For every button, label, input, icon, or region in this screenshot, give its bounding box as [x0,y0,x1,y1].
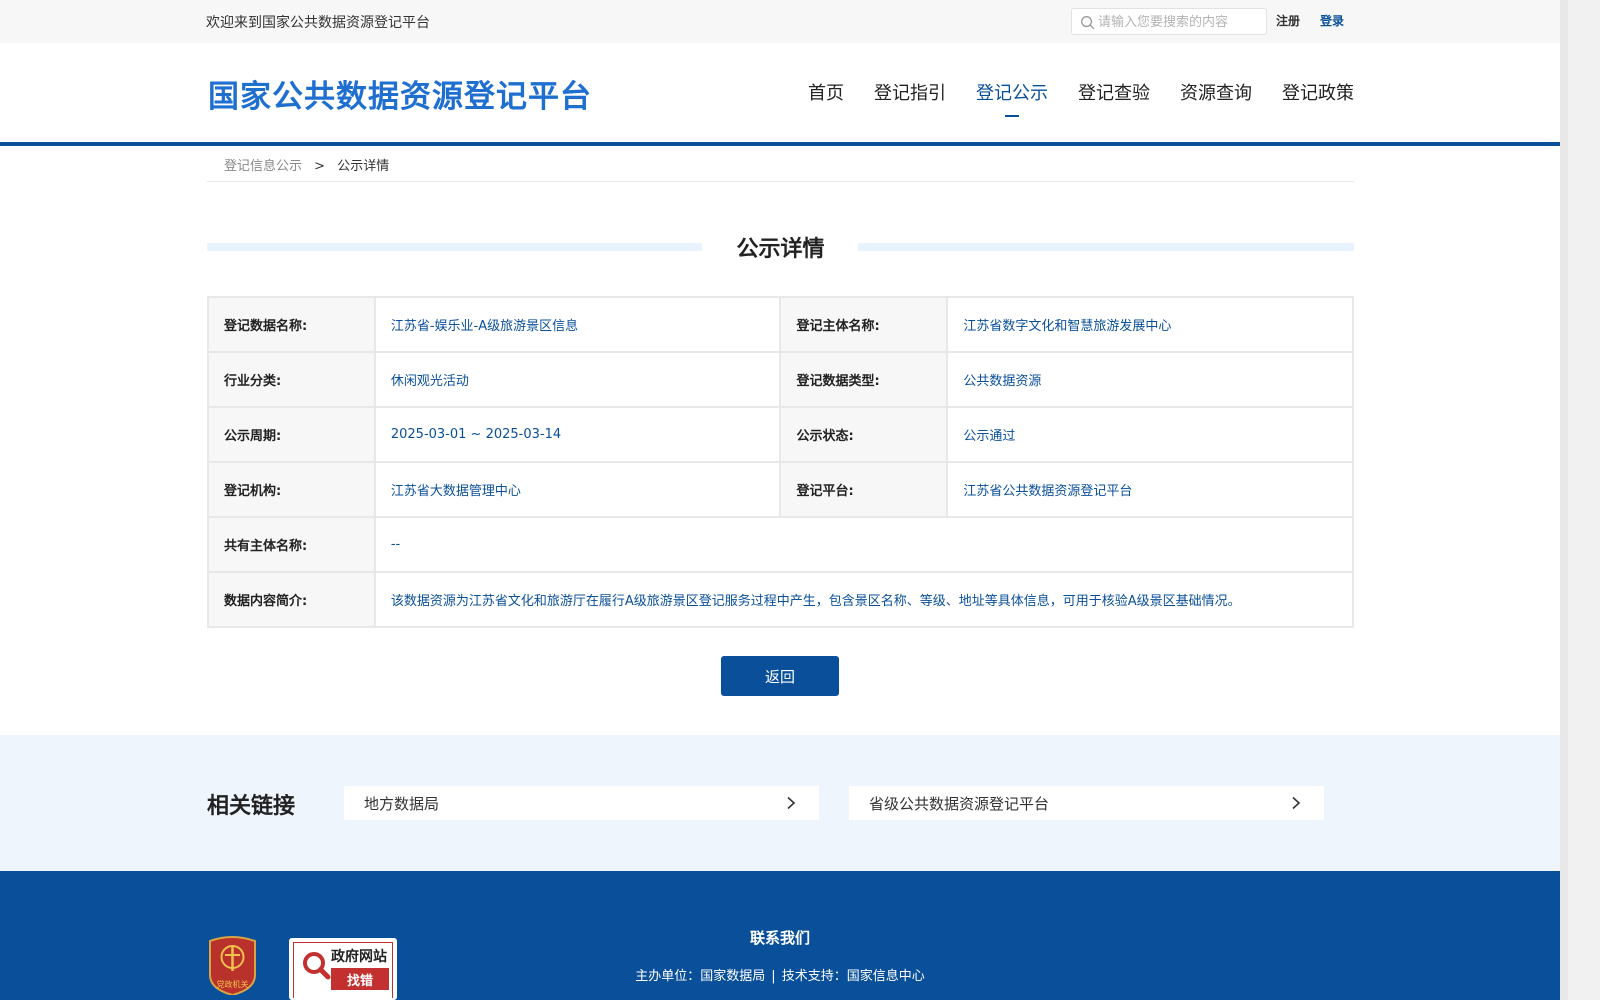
footer-contact-title: 联系我们 [749,929,810,947]
related-link-label: 地方数据局 [364,795,440,813]
label-summary: 数据内容简介: [207,571,376,628]
badge-title: 政府网站 [331,949,387,965]
search-icon[interactable] [1080,15,1095,30]
label-period: 公示周期: [207,406,376,463]
footer-info: 主办单位：国家数据局 | 技术支持：国家信息中心 [0,965,1560,984]
related-links-title: 相关链接 [207,793,296,819]
related-link-local-data-bureau[interactable]: 地方数据局 [344,786,819,820]
nav-item-guide[interactable]: 登记指引 [874,79,946,105]
table-row: 共有主体名称: -- [207,516,1355,573]
footer-divider: | [771,969,776,984]
detail-table: 登记数据名称: 江苏省-娱乐业-A级旅游景区信息 登记主体名称: 江苏省数字文化… [207,296,1355,628]
value-industry: 休闲观光活动 [373,351,782,408]
value-platform: 江苏省公共数据资源登记平台 [946,461,1354,518]
breadcrumb-parent-link[interactable]: 登记信息公示 [224,159,302,174]
related-link-provincial-platform[interactable]: 省级公共数据资源登记平台 [849,786,1324,820]
footer-host-label: 主办单位： [635,969,701,984]
nav-item-publicity[interactable]: 登记公示 [976,79,1048,117]
table-row: 登记数据名称: 江苏省-娱乐业-A级旅游景区信息 登记主体名称: 江苏省数字文化… [207,296,1354,353]
chevron-right-icon [787,796,796,810]
table-row: 公示周期: 2025-03-01 ~ 2025-03-14 公示状态: 公示通过 [207,406,1354,463]
chevron-right-icon [1292,796,1301,810]
related-links-section: 相关链接 地方数据局 省级公共数据资源登记平台 [0,735,1560,871]
footer-tech-label: 技术支持： [781,969,847,984]
table-row: 数据内容简介: 该数据资源为江苏省文化和旅游厅在履行A级旅游景区登记服务过程中产… [207,571,1355,628]
login-link[interactable]: 登录 [1320,12,1344,29]
label-status: 公示状态: [779,406,949,463]
main-nav: 首页 登记指引 登记公示 登记查验 资源查询 登记政策 [808,79,1354,117]
site-title[interactable]: 国家公共数据资源登记平台 [208,71,592,116]
page-scrollbar[interactable] [1560,0,1600,1000]
label-platform: 登记平台: [779,461,949,518]
search-box[interactable] [1071,8,1267,35]
footer-tech: 国家信息中心 [846,969,925,984]
value-period: 2025-03-01 ~ 2025-03-14 [373,406,782,463]
welcome-text: 欢迎来到国家公共数据资源登记平台 [206,15,430,31]
label-subject-name: 登记主体名称: [779,296,949,353]
value-subject-name: 江苏省数字文化和智慧旅游发展中心 [946,296,1354,353]
register-link[interactable]: 注册 [1276,12,1300,29]
footer-host: 国家数据局 [700,969,766,984]
scrollbar-thumb[interactable] [1560,0,1568,1000]
value-status: 公示通过 [946,406,1354,463]
label-co-owner: 共有主体名称: [207,516,376,573]
section-title-row: 公示详情 [207,228,1354,264]
nav-item-policy[interactable]: 登记政策 [1282,79,1354,105]
value-summary: 该数据资源为江苏省文化和旅游厅在履行A级旅游景区登记服务过程中产生，包含景区名称… [373,571,1355,628]
value-data-name: 江苏省-娱乐业-A级旅游景区信息 [373,296,782,353]
nav-item-resource-query[interactable]: 资源查询 [1180,79,1252,105]
value-data-type: 公共数据资源 [946,351,1354,408]
breadcrumb-current: 公示详情 [337,159,390,174]
related-link-label: 省级公共数据资源登记平台 [869,795,1050,813]
site-header: 国家公共数据资源登记平台 首页 登记指引 登记公示 登记查验 资源查询 登记政策 [0,43,1560,146]
label-data-name: 登记数据名称: [207,296,376,353]
nav-item-home[interactable]: 首页 [808,79,844,105]
top-bar: 欢迎来到国家公共数据资源登记平台 注册 登录 [0,0,1560,43]
table-row: 行业分类: 休闲观光活动 登记数据类型: 公共数据资源 [207,351,1354,408]
label-agency: 登记机构: [207,461,376,518]
back-button[interactable]: 返回 [721,656,839,696]
site-footer: 党政机关 政府网站 找错 联系我们 主办单位：国家数据局 | 技术支持：国家信息中心 [0,871,1560,1000]
breadcrumb: 登记信息公示 > 公示详情 [207,146,1354,182]
value-agency: 江苏省大数据管理中心 [373,461,782,518]
label-data-type: 登记数据类型: [779,351,949,408]
nav-item-verify[interactable]: 登记查验 [1078,79,1150,105]
search-input[interactable] [1098,12,1262,32]
page-title: 公示详情 [736,237,825,262]
label-industry: 行业分类: [207,351,376,408]
table-row: 登记机构: 江苏省大数据管理中心 登记平台: 江苏省公共数据资源登记平台 [207,461,1354,518]
value-co-owner: -- [373,516,1355,573]
breadcrumb-separator: > [314,159,326,174]
